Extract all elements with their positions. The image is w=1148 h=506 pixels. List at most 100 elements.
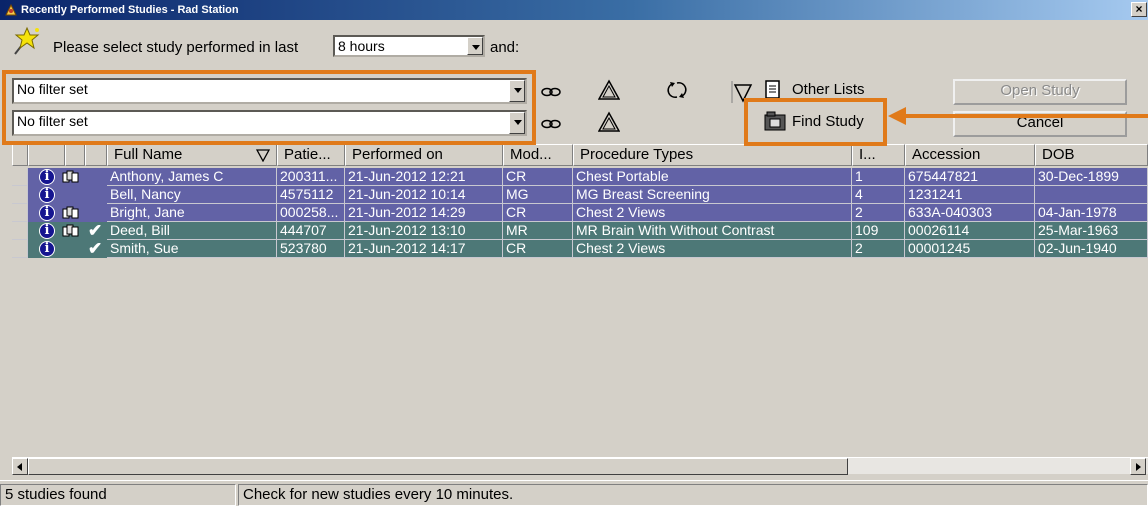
cell-modality: MR (503, 222, 573, 240)
warning-icon[interactable] (597, 79, 621, 101)
close-button[interactable]: × (1131, 2, 1147, 17)
row-selector-cell[interactable] (12, 240, 28, 258)
cell-modality: CR (503, 168, 573, 186)
chevron-down-icon[interactable] (509, 112, 525, 134)
info-icon[interactable]: i (39, 223, 55, 239)
hours-select[interactable]: 8 hours (333, 35, 485, 57)
main-window: Recently Performed Studies - Rad Station… (0, 0, 1148, 506)
chevron-down-icon[interactable] (509, 80, 525, 102)
cell-images: 1 (852, 168, 905, 186)
cell-performed-on: 21-Jun-2012 14:17 (345, 240, 503, 258)
column-header-flag[interactable] (85, 144, 107, 166)
and-label: and: (490, 39, 520, 56)
table-row[interactable]: i ✔ Smith, Sue 523780 21-Jun-2012 14:17 CR Che… (12, 240, 1148, 258)
cell-dob (1035, 186, 1148, 204)
filter-value: No filter set (17, 81, 88, 97)
find-study-label: Find Study (792, 113, 864, 130)
cell-dob: 25-Mar-1963 (1035, 222, 1148, 240)
scroll-right-arrow-icon[interactable] (1130, 458, 1146, 475)
study-count-status: 5 studies found (0, 484, 236, 506)
filter-select-secondary[interactable]: No filter set (12, 110, 527, 136)
open-study-button[interactable]: Open Study (953, 79, 1127, 105)
column-header-accession[interactable]: Accession (905, 144, 1035, 166)
info-icon[interactable]: i (39, 187, 55, 203)
refresh-icon[interactable] (666, 79, 688, 101)
table-row[interactable]: i Bright, Jane 000258... 21-Jun-2012 14:29 C… (12, 204, 1148, 222)
warning-icon[interactable] (597, 111, 621, 133)
cell-accession: 00026114 (905, 222, 1035, 240)
cell-dob: 02-Jun-1940 (1035, 240, 1148, 258)
cell-images: 2 (852, 240, 905, 258)
column-header-modality[interactable]: Mod... (503, 144, 573, 166)
check-icon: ✔ (88, 221, 103, 240)
cell-name: Deed, Bill (107, 222, 277, 240)
cell-performed-on: 21-Jun-2012 14:29 (345, 204, 503, 222)
cell-name: Bright, Jane (107, 204, 277, 222)
column-header-full-name[interactable]: Full Name (107, 144, 277, 166)
radiology-app-icon (5, 3, 17, 16)
title-bar[interactable]: Recently Performed Studies - Rad Station… (0, 0, 1148, 20)
row-selector-cell[interactable] (12, 168, 28, 186)
window-title: Recently Performed Studies - Rad Station (21, 4, 239, 16)
cell-name: Bell, Nancy (107, 186, 277, 204)
cell-name: Anthony, James C (107, 168, 277, 186)
image-stack-icon[interactable] (62, 170, 79, 184)
column-header-info[interactable] (28, 144, 65, 166)
info-icon[interactable]: i (39, 205, 55, 221)
document-list-icon[interactable] (764, 79, 782, 101)
row-selector-cell[interactable] (12, 204, 28, 222)
cell-name: Smith, Sue (107, 240, 277, 258)
row-selector-cell[interactable] (12, 222, 28, 240)
table-row[interactable]: i ✔ Deed, Bill 444707 21-Jun-2012 13:10 MR MR … (12, 222, 1148, 240)
cell-dob: 30-Dec-1899 (1035, 168, 1148, 186)
filter-value: No filter set (17, 113, 88, 129)
cell-patient-id: 000258... (277, 204, 345, 222)
info-icon[interactable]: i (39, 241, 55, 257)
cell-images: 4 (852, 186, 905, 204)
table-row[interactable]: i Anthony, James C 200311... 21-Jun-2012 12… (12, 168, 1148, 186)
refresh-interval-status: Check for new studies every 10 minutes. (238, 484, 1148, 506)
pointer-arrow-head-icon (888, 107, 906, 125)
sort-descending-icon (256, 149, 270, 162)
column-header-check[interactable] (65, 144, 85, 166)
column-header-select[interactable] (12, 144, 28, 166)
scroll-left-arrow-icon[interactable] (12, 458, 28, 475)
column-header-procedure-types[interactable]: Procedure Types (573, 144, 852, 166)
image-stack-icon[interactable] (62, 224, 79, 238)
image-stack-icon[interactable] (62, 206, 79, 220)
horizontal-scrollbar[interactable] (12, 457, 1148, 475)
check-icon: ✔ (88, 239, 103, 258)
info-icon[interactable]: i (39, 169, 55, 185)
row-selector-cell[interactable] (12, 186, 28, 204)
funnel-icon[interactable] (731, 81, 753, 103)
header-row: Please select study performed in last 8 … (0, 22, 1148, 62)
cell-modality: CR (503, 204, 573, 222)
time-range-prompt: Please select study performed in last (53, 39, 299, 56)
column-header-full-name-label: Full Name (114, 146, 183, 163)
other-lists-link[interactable]: Other Lists (792, 81, 865, 98)
cell-images: 109 (852, 222, 905, 240)
column-header-images[interactable]: I... (852, 144, 905, 166)
hours-select-value: 8 hours (338, 38, 385, 54)
cell-accession: 00001245 (905, 240, 1035, 258)
column-header-performed-on[interactable]: Performed on (345, 144, 503, 166)
column-headers: Full Name Patie... Performed on Mod... P… (12, 144, 1148, 166)
cell-accession: 633A-040303 (905, 204, 1035, 222)
cell-procedure: Chest 2 Views (573, 240, 852, 258)
column-header-dob[interactable]: DOB (1035, 144, 1148, 166)
link-icon[interactable] (540, 113, 562, 135)
link-icon[interactable] (540, 81, 562, 103)
cell-modality: CR (503, 240, 573, 258)
pointer-arrow-line (906, 114, 1148, 118)
scrollbar-thumb[interactable] (28, 458, 848, 475)
chevron-down-icon[interactable] (467, 37, 483, 55)
cell-procedure: Chest Portable (573, 168, 852, 186)
cell-procedure: MG Breast Screening (573, 186, 852, 204)
filter-select-primary[interactable]: No filter set (12, 78, 527, 104)
cell-performed-on: 21-Jun-2012 10:14 (345, 186, 503, 204)
cell-procedure: MR Brain With Without Contrast (573, 222, 852, 240)
column-header-patient-id[interactable]: Patie... (277, 144, 345, 166)
cell-modality: MG (503, 186, 573, 204)
table-row[interactable]: i Bell, Nancy 4575112 21-Jun-2012 10:14 MG MG… (12, 186, 1148, 204)
studies-grid[interactable]: Full Name Patie... Performed on Mod... P… (12, 144, 1148, 457)
